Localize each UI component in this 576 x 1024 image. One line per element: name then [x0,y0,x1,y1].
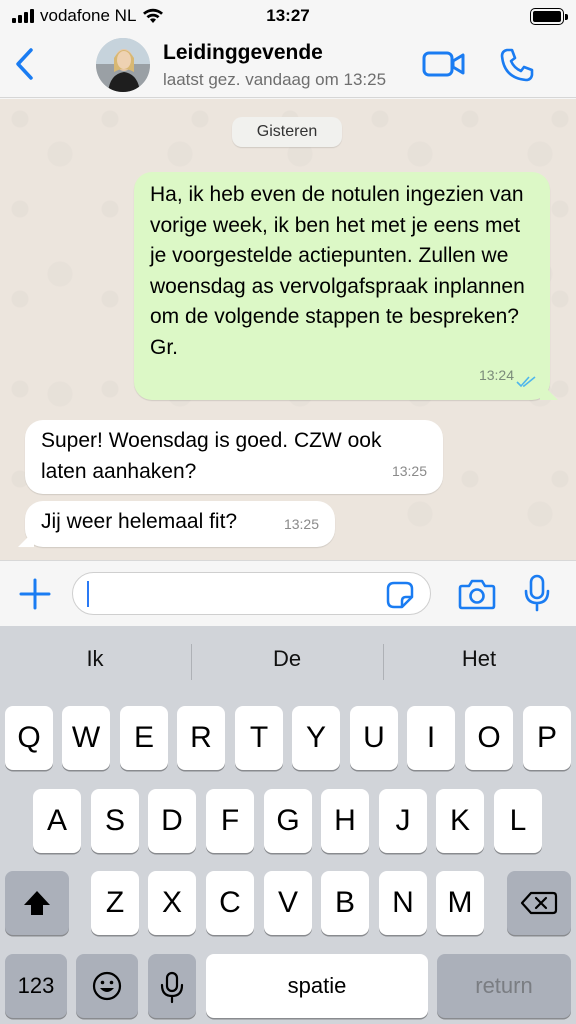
key-e[interactable]: E [120,706,168,770]
bubble-tail [540,382,558,400]
video-call-icon[interactable] [422,48,466,80]
key-r[interactable]: R [177,706,225,770]
key-f[interactable]: F [206,789,254,853]
message-text: Jij weer helemaal fit? [41,510,238,533]
key-h[interactable]: H [321,789,369,853]
microphone-icon[interactable] [523,574,551,612]
key-i[interactable]: I [407,706,455,770]
key-c[interactable]: C [206,871,254,935]
contact-name[interactable]: Leidinggevende [163,41,323,65]
back-chevron-icon[interactable] [10,46,40,82]
key-w[interactable]: W [62,706,110,770]
avatar[interactable] [96,38,150,92]
sticker-icon[interactable] [386,581,414,609]
text-caret [87,581,89,607]
backspace-key[interactable] [507,871,571,935]
space-key[interactable]: spatie [206,954,428,1018]
status-time: 13:27 [266,6,310,25]
message-time: 13:24 [478,366,514,383]
microphone-icon [160,971,184,1004]
key-l[interactable]: L [494,789,542,853]
bubble-tail [18,531,34,547]
predictive-text-bar: Ik De Het [0,626,576,698]
key-z[interactable]: Z [91,871,139,935]
key-m[interactable]: M [436,871,484,935]
return-key[interactable]: return [437,954,571,1018]
chat-header: Leidinggevende laatst gez. vandaag om 13… [0,32,576,98]
status-bar: vodafone NL 13:27 [0,0,576,32]
key-y[interactable]: Y [292,706,340,770]
shift-key[interactable] [5,871,69,935]
plus-icon[interactable] [18,577,52,611]
emoji-key[interactable] [76,954,138,1018]
key-q[interactable]: Q [5,706,53,770]
read-receipt-icon [516,376,536,388]
emoji-icon [92,971,122,1001]
keyboard: Ik De Het Q W E R T Y U I O P A S D F G … [0,626,576,1024]
backspace-icon [520,891,558,915]
avatar-photo-icon [96,38,150,92]
outgoing-message-bubble[interactable]: Ha, ik heb even de notulen ingezien van … [134,172,558,400]
suggestion-ik[interactable]: Ik [0,646,190,672]
key-s[interactable]: S [91,789,139,853]
key-p[interactable]: P [523,706,571,770]
message-text: Super! Woensdag is goed. CZW ook laten a… [41,429,382,483]
phone-call-icon[interactable] [498,46,536,84]
battery-icon [530,8,568,25]
date-separator: Gisteren [232,117,342,147]
shift-arrow-icon [24,891,50,915]
key-n[interactable]: N [379,871,427,935]
key-x[interactable]: X [148,871,196,935]
suggestion-het[interactable]: Het [384,646,574,672]
message-input[interactable] [72,572,431,615]
message-time: 13:25 [391,462,427,479]
key-t[interactable]: T [235,706,283,770]
dictation-key[interactable] [148,954,196,1018]
message-text: Ha, ik heb even de notulen ingezien van … [150,183,525,359]
key-d[interactable]: D [148,789,196,853]
key-a[interactable]: A [33,789,81,853]
incoming-message-bubble[interactable]: Super! Woensdag is goed. CZW ook laten a… [25,420,443,494]
message-time: 13:25 [283,515,319,532]
incoming-message-bubble[interactable]: Jij weer helemaal fit? 13:25 [18,501,335,547]
numbers-key[interactable]: 123 [5,954,67,1018]
camera-icon[interactable] [458,578,496,610]
key-o[interactable]: O [465,706,513,770]
key-j[interactable]: J [379,789,427,853]
message-input-bar [0,560,576,626]
chat-messages-area[interactable]: Gisteren Ha, ik heb even de notulen inge… [0,99,576,560]
key-u[interactable]: U [350,706,398,770]
key-k[interactable]: K [436,789,484,853]
contact-last-seen: laatst gez. vandaag om 13:25 [163,70,387,89]
key-b[interactable]: B [321,871,369,935]
suggestion-de[interactable]: De [192,646,382,672]
key-g[interactable]: G [264,789,312,853]
key-v[interactable]: V [264,871,312,935]
